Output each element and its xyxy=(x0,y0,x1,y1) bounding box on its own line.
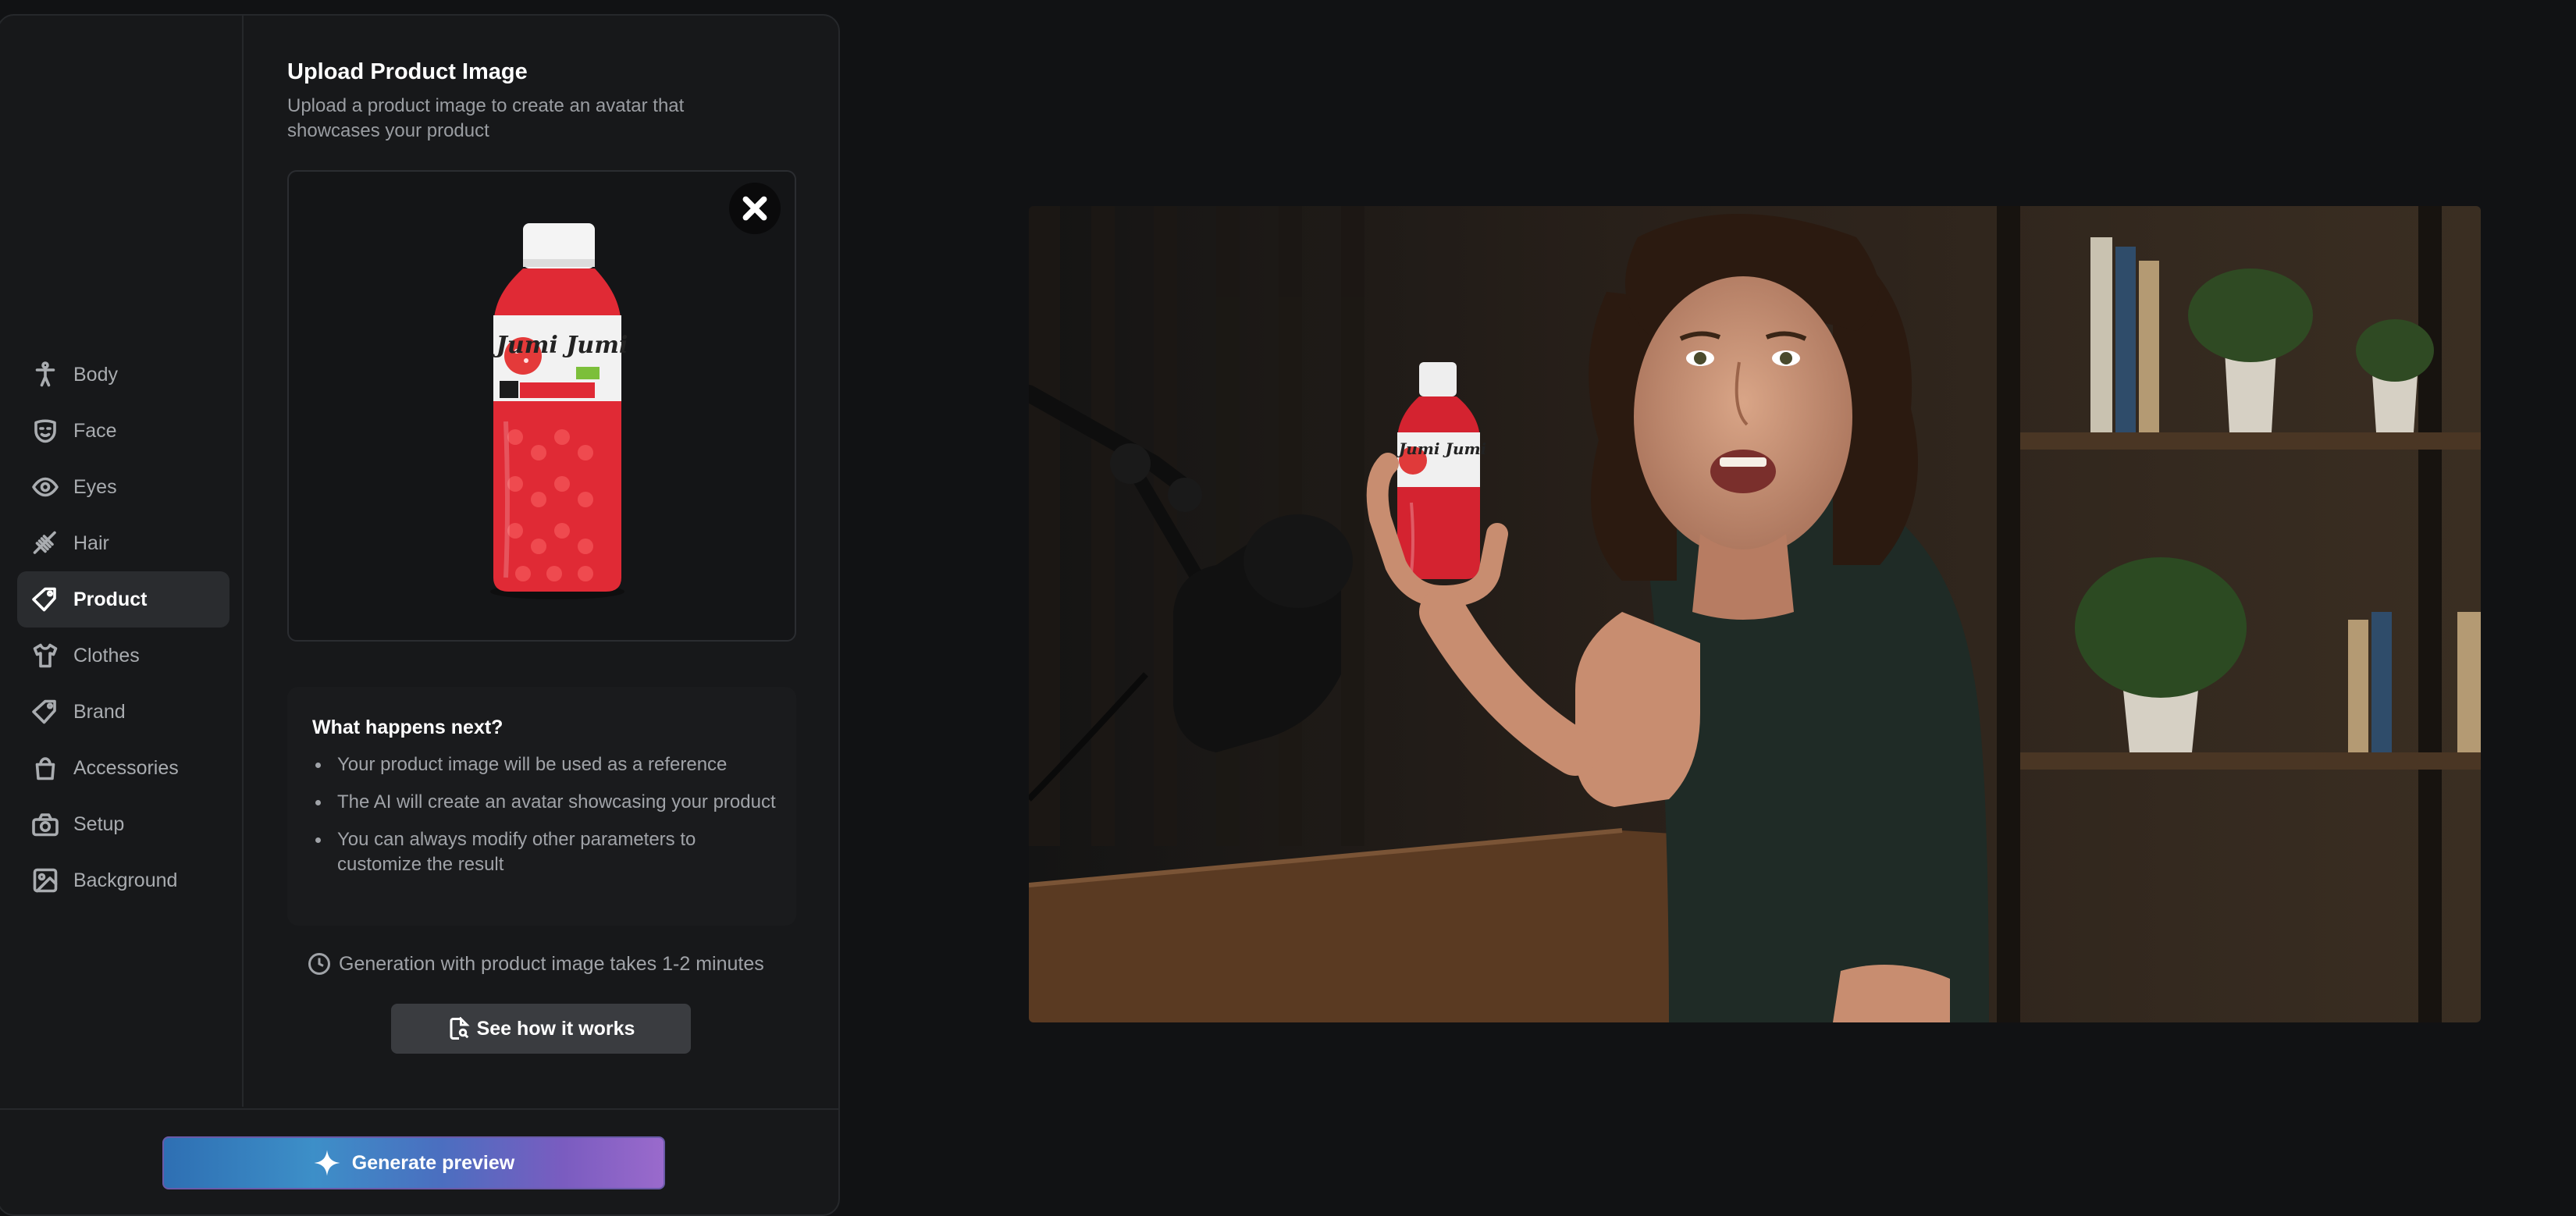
page-subtitle: Upload a product image to create an avat… xyxy=(287,95,685,141)
sidebar-item-label: Background xyxy=(73,869,178,891)
sidebar-item-eyes[interactable]: Eyes xyxy=(17,459,229,515)
avatar-preview-image: Jumi Jumi xyxy=(1029,206,2481,1022)
tag-icon xyxy=(30,584,61,615)
body-icon xyxy=(30,359,61,390)
sparkle-icon xyxy=(314,1150,340,1176)
sidebar: Body Face Eyes Hair Product Clothes Bran… xyxy=(0,14,244,1107)
see-how-it-works-button[interactable]: See how it works xyxy=(391,1004,691,1054)
list-item: Your product image will be used as a ref… xyxy=(312,752,781,777)
brand-tag-icon xyxy=(30,696,61,727)
sidebar-item-label: Accessories xyxy=(73,756,179,779)
sidebar-item-label: Product xyxy=(73,588,148,610)
sidebar-item-label: Eyes xyxy=(73,475,117,498)
sidebar-item-accessories[interactable]: Accessories xyxy=(17,740,229,796)
sidebar-item-hair[interactable]: Hair xyxy=(17,515,229,571)
sidebar-item-label: Body xyxy=(73,363,118,386)
sidebar-item-label: Hair xyxy=(73,532,109,554)
sidebar-item-brand[interactable]: Brand xyxy=(17,684,229,740)
next-steps-list: Your product image will be used as a ref… xyxy=(312,752,781,890)
product-brand-label: Jumi Jumi xyxy=(493,332,628,359)
sidebar-nav: Body Face Eyes Hair Product Clothes Bran… xyxy=(17,347,229,908)
image-icon xyxy=(30,865,61,896)
shirt-icon xyxy=(30,640,61,671)
sidebar-item-setup[interactable]: Setup xyxy=(17,796,229,852)
sidebar-item-body[interactable]: Body xyxy=(17,347,229,403)
remove-image-button[interactable] xyxy=(729,183,781,234)
sidebar-item-label: Face xyxy=(73,419,117,442)
product-image: Jumi Jumi xyxy=(490,223,628,599)
preview-illustration: Jumi Jumi xyxy=(1029,206,2481,1022)
document-search-icon xyxy=(450,1017,470,1040)
product-image-dropzone[interactable]: Jumi Jumi xyxy=(287,170,796,642)
close-icon xyxy=(742,196,767,221)
list-item: You can always modify other parameters t… xyxy=(312,827,781,877)
camera-icon xyxy=(30,809,61,840)
footer-divider xyxy=(0,1108,838,1110)
eye-icon xyxy=(30,471,61,503)
generate-preview-button[interactable]: Generate preview xyxy=(162,1136,665,1189)
see-how-label: See how it works xyxy=(476,1017,635,1040)
sidebar-item-label: Brand xyxy=(73,700,126,723)
clock-icon xyxy=(308,953,330,975)
sidebar-item-label: Setup xyxy=(73,812,125,835)
generation-time-text: Generation with product image takes 1-2 … xyxy=(339,952,764,975)
face-icon xyxy=(30,415,61,446)
sidebar-item-background[interactable]: Background xyxy=(17,852,229,908)
list-item: The AI will create an avatar showcasing … xyxy=(312,790,781,815)
sidebar-item-face[interactable]: Face xyxy=(17,403,229,459)
sidebar-item-product[interactable]: Product xyxy=(17,571,229,628)
generate-preview-label: Generate preview xyxy=(351,1151,515,1174)
hair-icon xyxy=(30,528,61,559)
generation-time-note: Generation with product image takes 1-2 … xyxy=(308,952,764,976)
bag-icon xyxy=(30,752,61,784)
page-title: Upload Product Image xyxy=(287,59,528,84)
next-steps-title: What happens next? xyxy=(312,716,503,738)
sidebar-item-label: Clothes xyxy=(73,644,140,667)
sidebar-item-clothes[interactable]: Clothes xyxy=(17,628,229,684)
preview-product-label: Jumi Jumi xyxy=(1396,439,1487,458)
